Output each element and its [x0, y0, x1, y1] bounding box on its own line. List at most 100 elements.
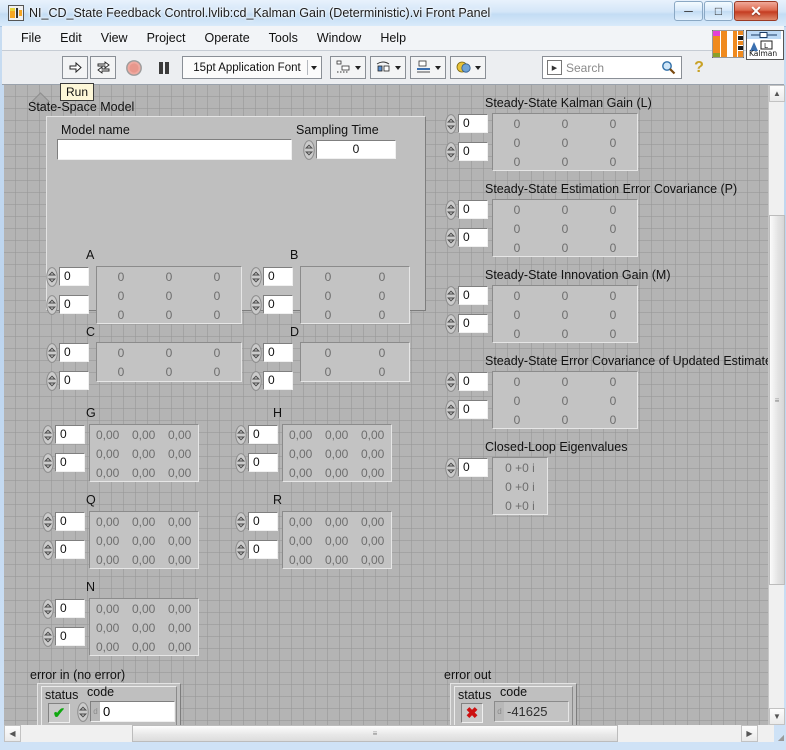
- matrix-cell[interactable]: 0: [541, 241, 589, 255]
- matrix-r-array[interactable]: 0,00 0,00 0,00 0,00 0,00 0,00 0,00 0,00 0,00: [282, 511, 392, 569]
- matrix-r-col-index[interactable]: 0: [248, 540, 278, 559]
- matrix-n-col-index[interactable]: 0: [55, 627, 85, 646]
- panel-vertical-scrollbar[interactable]: ▲ ≡ ▼: [768, 85, 785, 725]
- menu-item-operate[interactable]: Operate: [195, 28, 258, 48]
- matrix-a-row-spinner[interactable]: [46, 267, 58, 287]
- matrix-cell[interactable]: 0: [589, 394, 637, 408]
- matrix-cell[interactable]: 0,00: [126, 602, 162, 616]
- matrix-cell[interactable]: 0: [589, 327, 637, 341]
- matrix-cell[interactable]: 0,00: [126, 466, 162, 480]
- matrix-cell[interactable]: 0,00: [355, 466, 391, 480]
- updated-estimate-covariance-array[interactable]: 000000000: [492, 371, 638, 429]
- matrix-cell[interactable]: 0: [589, 308, 637, 322]
- matrix-cell[interactable]: 0: [493, 117, 541, 131]
- matrix-g-row-spinner[interactable]: [42, 425, 54, 445]
- matrix-a-col-index[interactable]: 0: [59, 295, 89, 314]
- matrix-cell[interactable]: 0,00: [355, 515, 391, 529]
- matrix-cell[interactable]: 0,00: [90, 534, 126, 548]
- matrix-cell[interactable]: 0 +0 i: [493, 499, 547, 513]
- matrix-cell[interactable]: 0,00: [126, 447, 162, 461]
- matrix-cell[interactable]: 0: [493, 289, 541, 303]
- matrix-cell[interactable]: 0: [493, 203, 541, 217]
- matrix-cell[interactable]: 0: [193, 270, 241, 284]
- error-covariance-p-array[interactable]: 000000000: [492, 199, 638, 257]
- matrix-cell[interactable]: 0: [541, 289, 589, 303]
- matrix-cell[interactable]: 0: [145, 270, 193, 284]
- matrix-cell[interactable]: 0: [493, 241, 541, 255]
- matrix-g-row-index[interactable]: 0: [55, 425, 85, 444]
- matrix-cell[interactable]: 0,00: [162, 534, 198, 548]
- matrix-cell[interactable]: 0: [355, 308, 409, 322]
- matrix-cell[interactable]: 0: [589, 136, 637, 150]
- scroll-up-button[interactable]: ▲: [769, 85, 785, 102]
- matrix-n-row-spinner[interactable]: [42, 599, 54, 619]
- matrix-cell[interactable]: 0,00: [283, 466, 319, 480]
- matrix-d-array[interactable]: 0000: [300, 342, 410, 382]
- matrix-cell[interactable]: 0,00: [126, 621, 162, 635]
- matrix-cell[interactable]: 0,00: [90, 553, 126, 567]
- resize-grip[interactable]: ◢: [770, 726, 784, 742]
- matrix-cell[interactable]: 0,00: [319, 466, 355, 480]
- matrix-cell[interactable]: 0,00: [319, 515, 355, 529]
- matrix-cell[interactable]: 0,00: [126, 515, 162, 529]
- matrix-cell[interactable]: 0,00: [162, 640, 198, 654]
- kalman-gain-l-row-index[interactable]: 0: [458, 114, 488, 133]
- matrix-cell[interactable]: 0,00: [90, 515, 126, 529]
- close-button[interactable]: ✕: [734, 1, 778, 21]
- matrix-cell[interactable]: 0: [193, 308, 241, 322]
- matrix-cell[interactable]: 0: [493, 413, 541, 427]
- matrix-r-col-spinner[interactable]: [235, 540, 247, 560]
- matrix-cell[interactable]: 0: [493, 136, 541, 150]
- error-in-code-input[interactable]: d 0: [90, 701, 175, 722]
- maximize-button[interactable]: □: [704, 1, 733, 21]
- matrix-n-array[interactable]: 0,00 0,00 0,00 0,00 0,00 0,00 0,00 0,00 0,00: [89, 598, 199, 656]
- model-name-input[interactable]: [57, 139, 292, 160]
- resize-objects-button[interactable]: [410, 56, 446, 79]
- matrix-cell[interactable]: 0: [145, 289, 193, 303]
- matrix-cell[interactable]: 0,00: [283, 515, 319, 529]
- matrix-cell[interactable]: 0: [301, 270, 355, 284]
- matrix-cell[interactable]: 0: [355, 346, 409, 360]
- kalman-gain-l-col-spinner[interactable]: [445, 142, 457, 162]
- matrix-cell[interactable]: 0: [541, 222, 589, 236]
- matrix-g-array[interactable]: 0,00 0,00 0,00 0,00 0,00 0,00 0,00 0,00 0,00: [89, 424, 199, 482]
- matrix-cell[interactable]: 0: [493, 327, 541, 341]
- matrix-q-col-index[interactable]: 0: [55, 540, 85, 559]
- scroll-right-button[interactable]: ▶: [741, 725, 758, 742]
- innovation-gain-m-col-index[interactable]: 0: [458, 314, 488, 333]
- matrix-cell[interactable]: 0: [355, 365, 409, 379]
- matrix-cell[interactable]: 0,00: [90, 602, 126, 616]
- matrix-c-col-spinner[interactable]: [46, 371, 58, 391]
- matrix-cell[interactable]: 0,00: [319, 534, 355, 548]
- matrix-cell[interactable]: 0,00: [319, 553, 355, 567]
- matrix-cell[interactable]: 0: [193, 289, 241, 303]
- matrix-cell[interactable]: 0: [541, 136, 589, 150]
- pause-button[interactable]: [152, 56, 176, 79]
- matrix-cell[interactable]: 0: [193, 365, 241, 379]
- matrix-cell[interactable]: 0: [493, 308, 541, 322]
- matrix-cell[interactable]: 0 +0 i: [493, 461, 547, 475]
- matrix-cell[interactable]: 0: [589, 117, 637, 131]
- matrix-cell[interactable]: 0: [589, 203, 637, 217]
- matrix-cell[interactable]: 0,00: [90, 466, 126, 480]
- matrix-cell[interactable]: 0: [589, 289, 637, 303]
- error-covariance-p-row-spinner[interactable]: [445, 200, 457, 220]
- innovation-gain-m-row-index[interactable]: 0: [458, 286, 488, 305]
- menu-item-project[interactable]: Project: [138, 28, 195, 48]
- menu-item-edit[interactable]: Edit: [51, 28, 91, 48]
- matrix-cell[interactable]: 0,00: [162, 602, 198, 616]
- font-selector[interactable]: 15pt Application Font: [182, 56, 322, 79]
- matrix-g-col-index[interactable]: 0: [55, 453, 85, 472]
- matrix-h-row-index[interactable]: 0: [248, 425, 278, 444]
- updated-estimate-covariance-row-spinner[interactable]: [445, 372, 457, 392]
- scroll-down-button[interactable]: ▼: [769, 708, 785, 725]
- innovation-gain-m-array[interactable]: 000000000: [492, 285, 638, 343]
- matrix-cell[interactable]: 0: [145, 308, 193, 322]
- matrix-cell[interactable]: 0,00: [283, 447, 319, 461]
- updated-estimate-covariance-col-spinner[interactable]: [445, 400, 457, 420]
- matrix-c-array[interactable]: 000000: [96, 342, 242, 382]
- matrix-cell[interactable]: 0,00: [126, 640, 162, 654]
- updated-estimate-covariance-row-index[interactable]: 0: [458, 372, 488, 391]
- search-input[interactable]: ▶ Search: [542, 56, 682, 79]
- horizontal-scroll-thumb[interactable]: ≡: [132, 725, 618, 742]
